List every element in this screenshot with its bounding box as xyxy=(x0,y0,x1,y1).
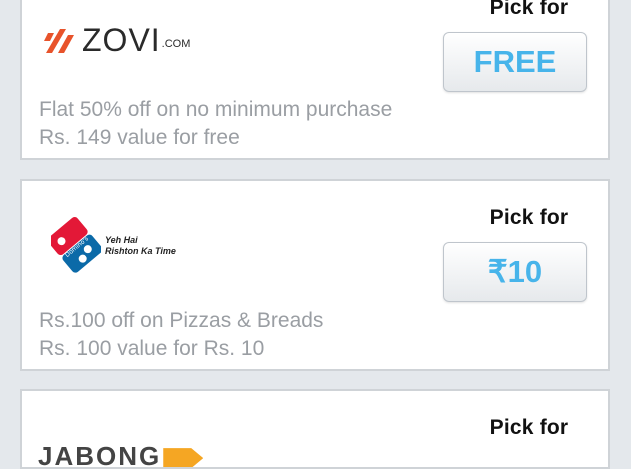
jabong-brand-name: JABONG xyxy=(38,441,162,469)
dominos-tagline-line1: Yeh Hai xyxy=(105,235,138,245)
zovi-brand-suffix: .COM xyxy=(161,38,191,50)
zovi-logo: ZOVI .COM xyxy=(42,22,190,58)
pick-price-button[interactable]: ₹10 xyxy=(443,242,587,302)
pick-free-button[interactable]: FREE xyxy=(443,32,587,92)
offer-card-dominos[interactable]: Domino's Yeh Hai Rishton Ka Time Pick fo… xyxy=(20,179,610,371)
offer-description-line2: Rs. 100 value for Rs. 10 xyxy=(39,337,265,360)
offer-card-jabong[interactable]: JABONG Pick for xyxy=(20,389,610,469)
dominos-logo: Domino's Yeh Hai Rishton Ka Time xyxy=(51,216,176,276)
offer-description: Flat 50% off on no minimum purchase Rs. … xyxy=(39,96,392,152)
jabong-logo: JABONG xyxy=(38,441,204,469)
dominos-logo-icon: Domino's xyxy=(51,217,101,273)
pick-for-label: Pick for xyxy=(489,206,569,229)
dominos-tagline-line2: Rishton Ka Time xyxy=(105,246,176,256)
offer-description-line2: Rs. 149 value for free xyxy=(39,126,240,149)
pick-for-label: Pick for xyxy=(489,0,569,19)
pick-for-label: Pick for xyxy=(489,416,569,439)
offer-card-zovi[interactable]: ZOVI .COM Pick for FREE Flat 50% off on … xyxy=(20,0,610,160)
dominos-tagline: Yeh Hai Rishton Ka Time xyxy=(105,235,176,257)
jabong-tag-icon xyxy=(163,448,204,467)
zovi-brand-name: ZOVI xyxy=(82,21,161,58)
offer-description: Rs.100 off on Pizzas & Breads Rs. 100 va… xyxy=(39,307,323,363)
offer-description-line1: Rs.100 off on Pizzas & Breads xyxy=(39,309,324,332)
offer-description-line1: Flat 50% off on no minimum purchase xyxy=(39,98,393,121)
zovi-logo-icon xyxy=(44,29,74,53)
